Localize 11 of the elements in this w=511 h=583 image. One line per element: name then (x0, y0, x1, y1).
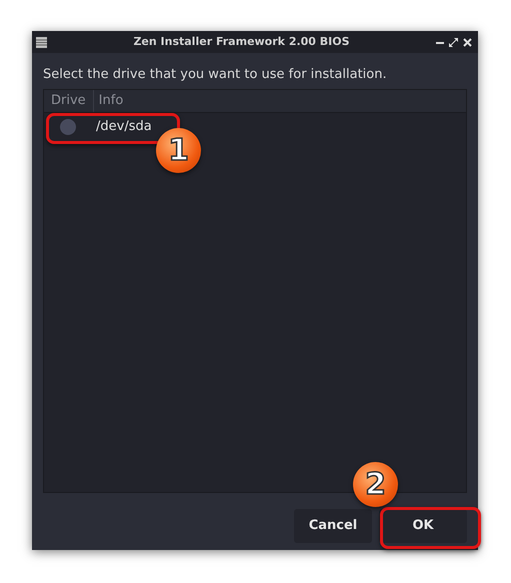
maximize-icon[interactable] (449, 38, 458, 46)
cancel-button[interactable]: Cancel (294, 509, 372, 543)
close-icon[interactable] (463, 38, 472, 46)
menu-icon[interactable] (36, 36, 47, 48)
column-header: Drive (44, 90, 94, 112)
prompt-text: Select the drive that you want to use for installation. (43, 67, 388, 83)
ok-button[interactable]: OK (379, 509, 467, 543)
window-title: Zen Installer Framework 2.00 BIOS (132, 34, 351, 50)
drive-name: /dev/sda (96, 118, 152, 136)
column-header: Info (98, 92, 124, 110)
radio-button[interactable] (60, 118, 76, 134)
